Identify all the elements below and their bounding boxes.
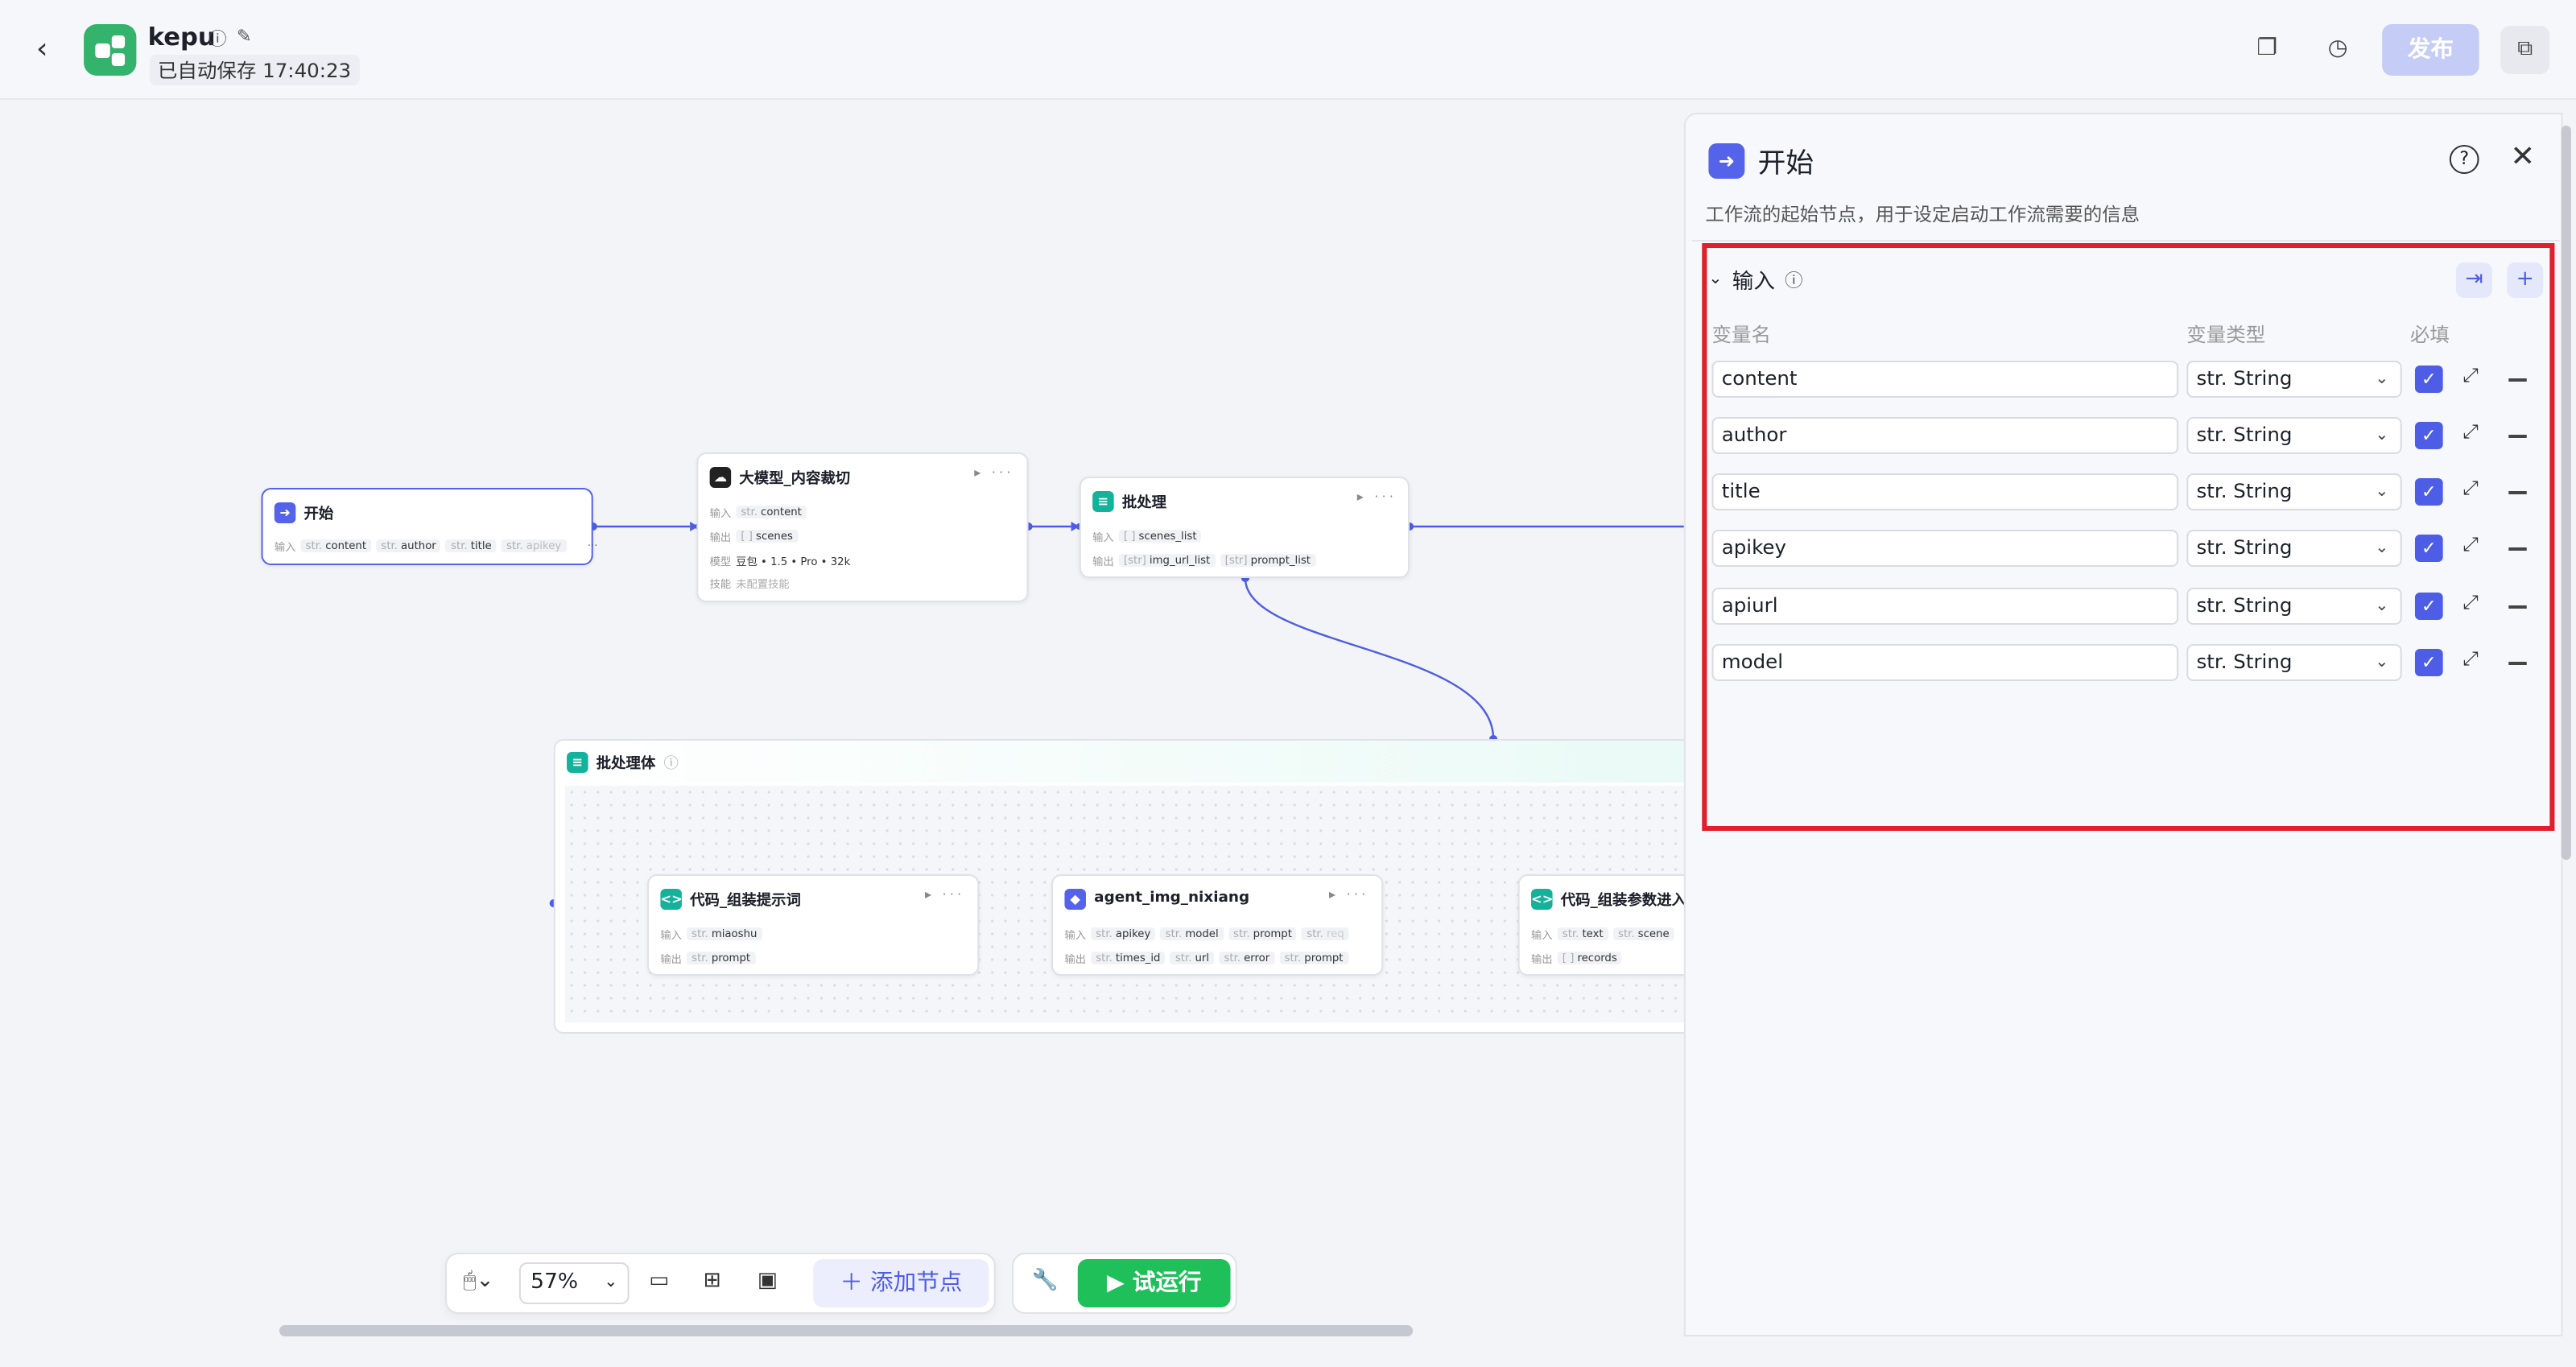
history-icon[interactable]: ◷ bbox=[2314, 26, 2360, 71]
input-section-header[interactable]: ⌄ 输入 ⓘ bbox=[1708, 264, 1802, 295]
publish-button[interactable]: 发布 bbox=[2382, 24, 2479, 76]
variable-name-input[interactable]: content bbox=[1711, 361, 2179, 398]
variable-type-select[interactable]: str. String ⌄ bbox=[2186, 473, 2402, 510]
expand-icon[interactable]: ⤢ bbox=[2462, 591, 2479, 615]
add-node-button[interactable]: ＋ 添加节点 bbox=[813, 1259, 989, 1307]
variable-name-input[interactable]: author bbox=[1711, 417, 2179, 454]
add-variable-button[interactable]: + bbox=[2507, 262, 2544, 298]
node-menu-icon[interactable]: ▸ ··· bbox=[1357, 489, 1397, 504]
expand-icon[interactable]: ⤢ bbox=[2462, 647, 2479, 671]
code-prompt-node[interactable]: <> 代码_组装提示词 ▸ ··· 输入 str. miaoshu 输出 str. pro… bbox=[647, 874, 980, 976]
panel-title: ➜ 开始 bbox=[1708, 140, 1814, 180]
variable-type-select[interactable]: str. String ⌄ bbox=[2186, 588, 2402, 625]
info-icon[interactable]: ⓘ bbox=[208, 26, 226, 52]
column-name-header: 变量名 bbox=[1711, 324, 1772, 346]
expand-icon[interactable]: ⤢ bbox=[2462, 477, 2479, 501]
agent-icon: ◆ bbox=[1064, 888, 1086, 909]
batch-node[interactable]: ≡ 批处理 ▸ ··· 输入[ ] scenes_list 输出 [str] img_u… bbox=[1079, 477, 1410, 578]
import-icon[interactable]: ⇥ bbox=[2455, 262, 2492, 298]
edge-batch-group bbox=[1244, 577, 1495, 740]
autosave-status: 已自动保存 17:40:23 bbox=[149, 55, 360, 85]
app-logo-icon bbox=[84, 24, 137, 76]
copy-icon[interactable]: ❐ bbox=[2244, 26, 2290, 71]
app-name: kepu bbox=[147, 23, 216, 52]
wrench-icon[interactable]: 🔧 bbox=[1032, 1269, 1059, 1293]
code-icon: <> bbox=[1531, 888, 1553, 909]
edit-icon[interactable]: ✎ bbox=[237, 26, 252, 47]
expand-icon[interactable]: ⤢ bbox=[2462, 364, 2479, 388]
start-node[interactable]: ➜ 开始 输入 str. content str. author str. title … bbox=[261, 488, 598, 565]
node-menu-icon[interactable]: ▸ ··· bbox=[974, 465, 1013, 480]
test-run-button[interactable]: ▶ 试运行 bbox=[1077, 1259, 1231, 1307]
remove-variable-button[interactable] bbox=[2508, 547, 2527, 550]
chevron-down-icon: ⌄ bbox=[2375, 654, 2389, 671]
variable-name-input[interactable]: apikey bbox=[1711, 530, 2179, 567]
agent-node[interactable]: ◆ agent_img_nixiang ▸ ··· 输入 str. apikey str… bbox=[1051, 874, 1384, 976]
required-checkbox[interactable]: ✓ bbox=[2414, 649, 2443, 676]
layout-icon[interactable]: ⊞ bbox=[703, 1269, 720, 1293]
llm-icon: ☁ bbox=[709, 466, 732, 487]
minimap-icon[interactable]: ▣ bbox=[758, 1269, 778, 1293]
required-checkbox[interactable]: ✓ bbox=[2414, 422, 2443, 449]
remove-variable-button[interactable] bbox=[2508, 491, 2527, 494]
column-type-header: 变量类型 bbox=[2186, 324, 2266, 346]
zoom-select[interactable]: 57% ⌄ bbox=[518, 1262, 630, 1304]
remove-variable-button[interactable] bbox=[2508, 378, 2527, 381]
node-menu-icon[interactable]: ▸ ··· bbox=[925, 887, 964, 902]
required-checkbox[interactable]: ✓ bbox=[2414, 593, 2443, 620]
variable-name-input[interactable]: model bbox=[1711, 644, 2179, 681]
column-required-header: 必填 bbox=[2409, 324, 2450, 346]
start-icon: ➜ bbox=[274, 502, 296, 522]
chevron-down-icon: ⌄ bbox=[1708, 271, 1723, 288]
variable-name-input[interactable]: apiurl bbox=[1711, 588, 2179, 625]
node-menu-icon[interactable]: ▸ ··· bbox=[1329, 887, 1368, 902]
mouse-mode-icon[interactable]: 🖱⌄ bbox=[464, 1269, 494, 1293]
variable-type-select[interactable]: str. String ⌄ bbox=[2186, 644, 2402, 681]
batch-icon: ≡ bbox=[567, 751, 588, 772]
expand-icon[interactable]: ⤢ bbox=[2462, 533, 2479, 557]
horizontal-scrollbar[interactable] bbox=[279, 1325, 1414, 1336]
variable-type-select[interactable]: str. String ⌄ bbox=[2186, 417, 2402, 454]
chevron-down-icon: ⌄ bbox=[2375, 427, 2389, 444]
back-arrow-icon[interactable]: ‹ bbox=[36, 32, 66, 68]
chevron-down-icon: ⌄ bbox=[2375, 370, 2389, 388]
expand-icon[interactable]: ⤢ bbox=[2462, 420, 2479, 444]
batch-icon: ≡ bbox=[1092, 490, 1114, 511]
duplicate-icon[interactable]: ⧉ bbox=[2500, 26, 2550, 74]
required-checkbox[interactable]: ✓ bbox=[2414, 535, 2443, 562]
start-node-icon: ➜ bbox=[1708, 142, 1745, 178]
close-icon[interactable]: ✕ bbox=[2510, 140, 2535, 174]
chevron-down-icon: ⌄ bbox=[2375, 483, 2389, 501]
panel-description: 工作流的起始节点，用于设定启动工作流需要的信息 bbox=[1705, 203, 2140, 225]
remove-variable-button[interactable] bbox=[2508, 435, 2527, 437]
chevron-down-icon: ⌄ bbox=[2375, 597, 2389, 615]
info-icon: ⓘ bbox=[1785, 270, 1803, 291]
code-params-node[interactable]: <> 代码_组装参数进入 输入 str. text str. scene 输出[ ] rec… bbox=[1517, 874, 1684, 976]
remove-variable-button[interactable] bbox=[2508, 605, 2527, 608]
comment-icon[interactable]: ▭ bbox=[649, 1269, 669, 1293]
top-bar: ‹ kepu ⓘ ✎ 已自动保存 17:40:23 ❐ ◷ 发布 ⧉ bbox=[0, 0, 2576, 100]
vertical-scrollbar[interactable] bbox=[2561, 126, 2571, 860]
required-checkbox[interactable]: ✓ bbox=[2414, 365, 2443, 393]
variable-name-input[interactable]: title bbox=[1711, 473, 2179, 510]
variable-type-select[interactable]: str. String ⌄ bbox=[2186, 361, 2402, 398]
help-icon[interactable]: ? bbox=[2449, 145, 2479, 174]
required-checkbox[interactable]: ✓ bbox=[2414, 478, 2443, 506]
code-icon: <> bbox=[660, 888, 683, 909]
remove-variable-button[interactable] bbox=[2508, 662, 2527, 664]
chevron-down-icon: ⌄ bbox=[2375, 539, 2389, 557]
llm-node[interactable]: ☁ 大模型_内容裁切 ▸ ··· 输入 str. content 输出[ ] scene… bbox=[696, 452, 1029, 602]
variable-type-select[interactable]: str. String ⌄ bbox=[2186, 530, 2402, 567]
